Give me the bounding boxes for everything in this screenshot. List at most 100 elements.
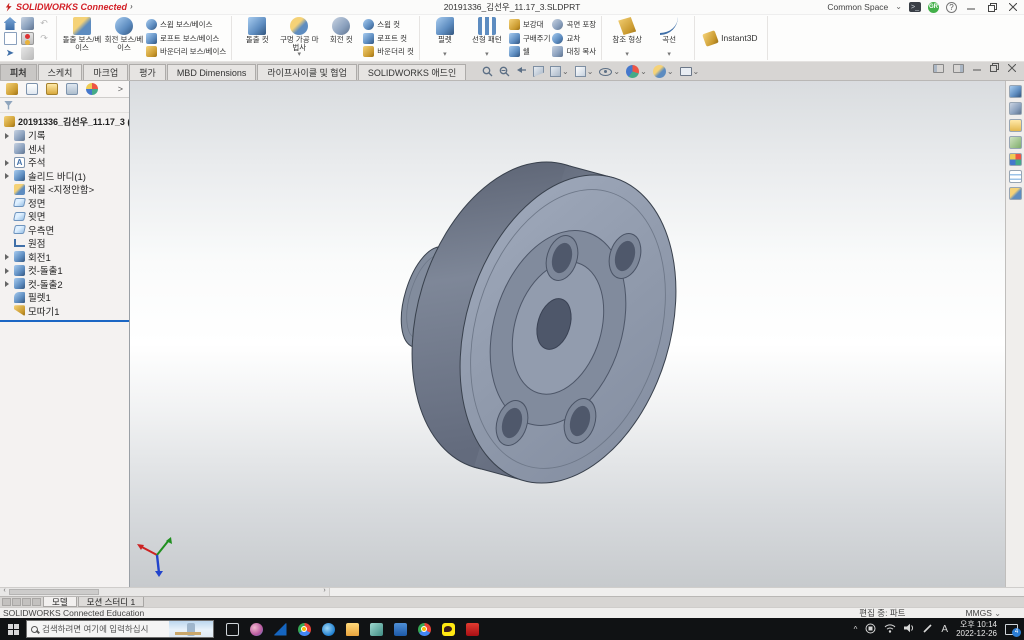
displaymanager-tab-icon[interactable] — [86, 83, 98, 95]
tab-sketch[interactable]: 스케치 — [38, 64, 83, 80]
minimize-button[interactable] — [964, 2, 978, 13]
boundary-boss-base-button[interactable]: 바운더리 보스/베이스 — [146, 45, 226, 58]
restore-button[interactable] — [985, 2, 999, 13]
tab-solidworks-addins[interactable]: SOLIDWORKS 애드인 — [358, 64, 466, 80]
zoom-area-icon[interactable] — [499, 66, 510, 77]
solidworks-forum-icon[interactable] — [1009, 187, 1022, 200]
file-explorer-button[interactable] — [340, 618, 364, 640]
user-avatar[interactable]: GR — [928, 2, 939, 13]
motion-study-tab[interactable]: 모션 스터디 1 — [78, 597, 145, 607]
start-button[interactable] — [0, 618, 26, 640]
revolved-boss-base-button[interactable]: 회전 보스/베이스 — [104, 17, 144, 59]
tree-item-cut-extrude2[interactable]: 컷-돌출2 — [0, 277, 129, 291]
tab-mbd-dimensions[interactable]: MBD Dimensions — [167, 64, 257, 80]
propertymanager-tab-icon[interactable] — [26, 83, 38, 95]
tree-item-history[interactable]: 기록 — [0, 129, 129, 143]
task-view-button[interactable] — [220, 618, 244, 640]
view-palette-icon[interactable] — [1009, 136, 1022, 149]
hole-wizard-button[interactable]: 구멍 가공 마법사 ▾ — [279, 17, 319, 59]
swept-cut-button[interactable]: 스윕 컷 — [363, 18, 414, 31]
tree-item-origin[interactable]: 원점 — [0, 237, 129, 251]
expand-arrow-icon[interactable] — [4, 132, 11, 139]
expand-arrow-icon[interactable] — [4, 267, 11, 274]
instant3d-button[interactable]: Instant3D — [700, 17, 761, 59]
draft-button[interactable]: 구배주기 — [509, 32, 551, 45]
tree-item-sensors[interactable]: 센서 — [0, 142, 129, 156]
lofted-boss-base-button[interactable]: 로프트 보스/베이스 — [146, 32, 226, 45]
hide-show-items-icon[interactable]: ⌄ — [599, 68, 620, 76]
linear-pattern-caret-icon[interactable]: ▾ — [485, 51, 489, 59]
shell-button[interactable]: 쉘 — [509, 45, 551, 58]
reference-geometry-button[interactable]: 참조 형상 ▾ — [607, 17, 647, 59]
scrollbar-thumb[interactable] — [9, 589, 99, 595]
horizontal-scrollbar[interactable]: ‹ › — [0, 587, 1024, 596]
tree-item-solid-bodies[interactable]: 솔리드 바디(1) — [0, 169, 129, 183]
flange-part-model[interactable] — [130, 81, 1005, 588]
pane-left-icon[interactable] — [933, 64, 944, 73]
taskbar-clock[interactable]: 오후 10:14 2022-12-26 — [956, 620, 997, 638]
tree-item-cut-extrude1[interactable]: 컷-돌출1 — [0, 264, 129, 278]
workspace-caret-icon[interactable]: ⌄ — [895, 3, 902, 11]
zoom-fit-icon[interactable] — [482, 66, 493, 77]
notes-app-button[interactable] — [364, 618, 388, 640]
help-icon[interactable]: ? — [946, 2, 957, 13]
pane-right-icon[interactable] — [953, 64, 964, 73]
graphics-viewport[interactable] — [130, 81, 1005, 587]
fillet-button[interactable]: 필렛 ▾ — [425, 17, 465, 59]
expand-arrow-icon[interactable] — [4, 159, 11, 166]
chrome-profile-button[interactable] — [412, 618, 436, 640]
pink-app-button[interactable] — [244, 618, 268, 640]
rollback-bar[interactable] — [0, 320, 129, 322]
tree-item-front-plane[interactable]: 정면 — [0, 196, 129, 210]
filter-icon[interactable] — [4, 101, 13, 110]
intersect-button[interactable]: 교차 — [552, 32, 596, 45]
reference-geometry-caret-icon[interactable]: ▾ — [625, 51, 629, 59]
expand-arrow-icon[interactable] — [4, 280, 11, 287]
console-icon[interactable]: >_ — [909, 2, 921, 12]
tree-item-annotations[interactable]: A주석 — [0, 156, 129, 170]
taskbar-search-input[interactable]: 검색하려면 여기에 입력하십시 — [26, 620, 214, 638]
mirror-button[interactable]: 대칭 복사 — [552, 45, 596, 58]
revolved-cut-button[interactable]: 회전 컷 — [321, 17, 361, 59]
tree-item-top-plane[interactable]: 윗면 — [0, 210, 129, 224]
tab-features[interactable]: 피처 — [0, 64, 37, 80]
hole-wizard-caret-icon[interactable]: ▾ — [298, 51, 302, 59]
panel-expand-icon[interactable]: > — [118, 84, 123, 94]
dimxpertmanager-tab-icon[interactable] — [66, 83, 78, 95]
pen-icon[interactable] — [923, 623, 933, 635]
lofted-cut-button[interactable]: 로프트 컷 — [363, 32, 414, 45]
display-style-icon[interactable]: ⌄ — [575, 66, 594, 77]
solidworks-taskbar-button[interactable] — [460, 618, 484, 640]
expand-arrow-icon[interactable] — [4, 253, 11, 260]
hidden-icons-chevron[interactable]: ^ — [854, 625, 858, 634]
action-center-icon[interactable]: 4 — [1005, 624, 1018, 635]
tree-item-revolve1[interactable]: 회전1 — [0, 250, 129, 264]
doc-minimize-button[interactable] — [973, 59, 981, 77]
curves-caret-icon[interactable]: ▾ — [667, 51, 671, 59]
rib-button[interactable]: 보강대 — [509, 18, 551, 31]
undo-icon[interactable]: ↶ — [40, 18, 48, 29]
boundary-cut-button[interactable]: 바운더리 컷 — [363, 45, 414, 58]
internet-explorer-button[interactable] — [316, 618, 340, 640]
chrome-button[interactable] — [292, 618, 316, 640]
scroll-right-icon[interactable]: › — [320, 587, 329, 594]
tray-app-icon[interactable] — [865, 623, 876, 636]
tab-markup[interactable]: 마크업 — [83, 64, 128, 80]
linear-pattern-button[interactable]: 선형 패턴 ▾ — [467, 17, 507, 59]
close-button[interactable] — [1006, 2, 1020, 13]
fillet-caret-icon[interactable]: ▾ — [443, 51, 447, 59]
curves-button[interactable]: 곡선 ▾ — [649, 17, 689, 59]
new-document-icon[interactable] — [4, 32, 17, 45]
wifi-icon[interactable] — [884, 623, 896, 635]
tree-root-item[interactable]: 20191336_김선우_11.17_3 (기본... — [0, 115, 129, 129]
tab-lifecycle-collaboration[interactable]: 라이프사이클 및 협업 — [257, 64, 357, 80]
section-view-icon[interactable] — [533, 66, 544, 77]
tree-item-right-plane[interactable]: 우측면 — [0, 223, 129, 237]
featuremanager-tree-tab-icon[interactable] — [6, 83, 18, 95]
design-library-icon[interactable] — [1009, 102, 1022, 115]
doc-restore-button[interactable] — [990, 59, 999, 77]
configurationmanager-tab-icon[interactable] — [46, 83, 58, 95]
scrollbar-track[interactable]: ‹ › — [0, 588, 330, 596]
model-tab[interactable]: 모델 — [43, 597, 77, 607]
extruded-boss-base-button[interactable]: 돌출 보스/베이스 — [62, 17, 102, 59]
